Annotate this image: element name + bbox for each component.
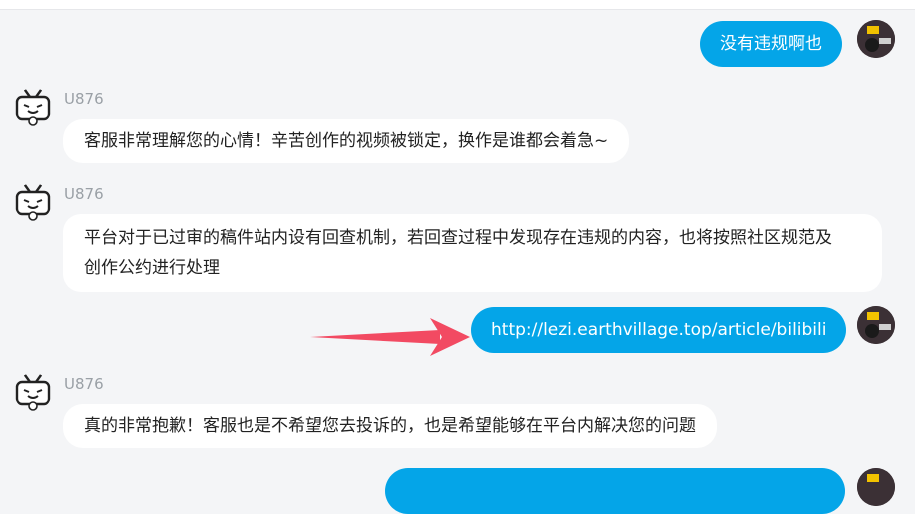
message-text: 客服非常理解您的心情！辛苦创作的视频被锁定，换作是谁都会着急~ [84, 131, 609, 151]
bot-message-bubble[interactable]: 真的非常抱歉！客服也是不希望您去投诉的，也是希望能够在平台内解决您的问题 [63, 404, 717, 448]
sender-name: U876 [64, 375, 104, 393]
message-line: 创作公约进行处理 [84, 258, 220, 278]
user-avatar-icon [857, 468, 895, 506]
top-divider [0, 0, 915, 10]
bot-avatar[interactable] [14, 88, 52, 126]
message-line: 平台对于已过审的稿件站内设有回查机制，若回查过程中发现存在违规的内容，也将按照社… [84, 228, 832, 248]
user-message-bubble[interactable]: 没有违规啊也 [700, 21, 842, 67]
sender-name: U876 [64, 90, 104, 108]
user-avatar[interactable] [857, 468, 895, 506]
bot-message-bubble[interactable]: 客服非常理解您的心情！辛苦创作的视频被锁定，换作是谁都会着急~ [63, 119, 630, 163]
message-link[interactable]: http://lezi.earthvillage.top/article/bil… [491, 320, 826, 340]
message-text: 没有违规啊也 [720, 34, 822, 54]
tv-mascot-icon [15, 183, 51, 221]
user-link-bubble[interactable]: http://lezi.earthvillage.top/article/bil… [471, 307, 847, 353]
red-arrow-annotation [310, 318, 470, 356]
user-avatar-icon [857, 306, 895, 344]
message-text: 真的非常抱歉！客服也是不希望您去投诉的，也是希望能够在平台内解决您的问题 [84, 416, 696, 436]
user-avatar[interactable] [857, 20, 895, 58]
bot-avatar[interactable] [14, 183, 52, 221]
tv-mascot-icon [15, 88, 51, 126]
sender-name: U876 [64, 185, 104, 203]
bot-message-bubble[interactable]: 平台对于已过审的稿件站内设有回查机制，若回查过程中发现存在违规的内容，也将按照社… [63, 214, 882, 292]
bot-avatar[interactable] [14, 373, 52, 411]
tv-mascot-icon [15, 373, 51, 411]
user-avatar[interactable] [857, 306, 895, 344]
user-avatar-icon [857, 20, 895, 58]
